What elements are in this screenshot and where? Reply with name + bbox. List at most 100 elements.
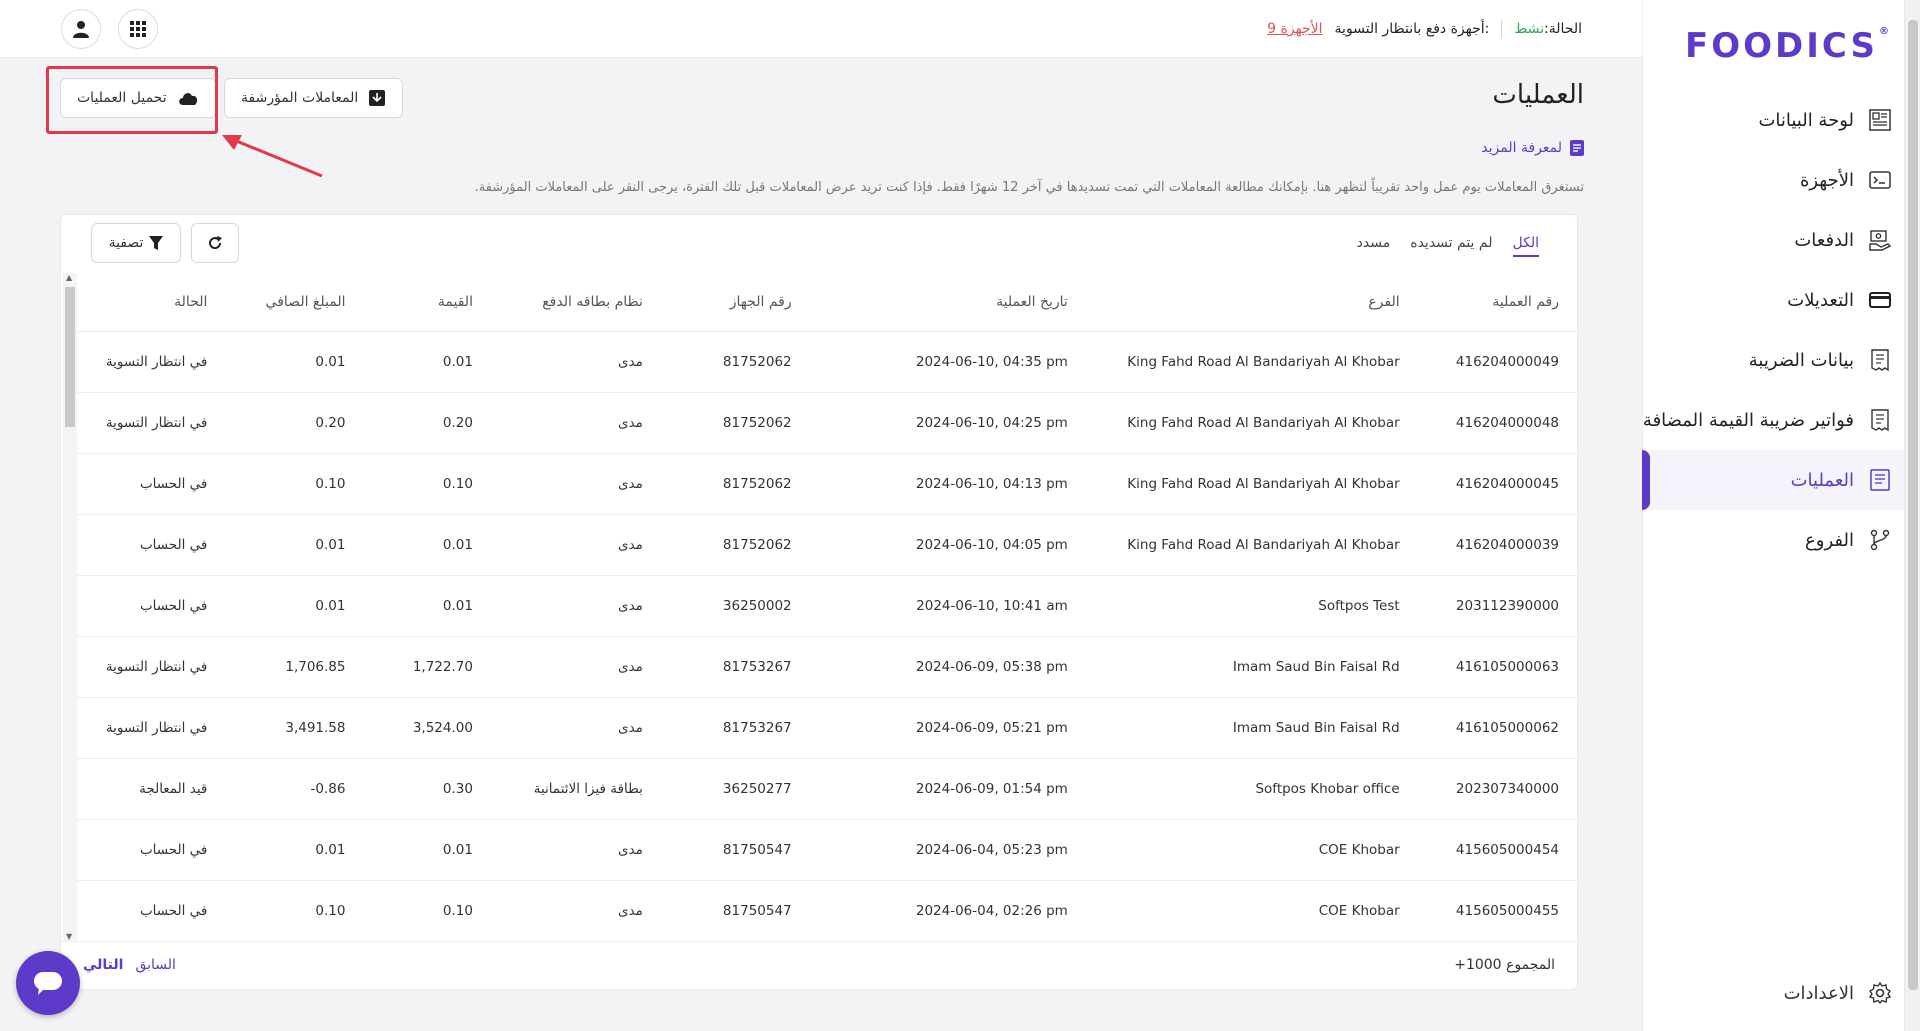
table-cell: في انتظار التسوية	[77, 697, 228, 759]
annotation-highlight-box	[46, 66, 218, 134]
learn-more-label: لمعرفة المزيد	[1481, 140, 1562, 156]
pending-devices-link[interactable]: 9 الأجهزة	[1267, 21, 1322, 37]
transactions-icon	[1870, 469, 1890, 491]
scroll-up-icon[interactable]: ▲	[66, 273, 72, 282]
table-cell: 202307340000	[1419, 758, 1577, 820]
table-cell: King Fahd Road Al Bandariyah Al Khobar	[1087, 331, 1420, 393]
next-page-link[interactable]: التالي	[83, 957, 123, 973]
table-cell: 0.01	[365, 514, 493, 576]
table-cell: 415605000455	[1419, 880, 1577, 942]
table-cell: 0.20	[227, 392, 366, 454]
sidebar-item-settings[interactable]: الاعدادات	[1642, 973, 1920, 1013]
sidebar-item-label: بيانات الضريبة	[1748, 349, 1854, 371]
table-row[interactable]: 203112390000 Softpos Test 2024-06-10, 10:4…	[77, 575, 1577, 637]
table-cell: 0.30	[365, 758, 493, 820]
sidebar-item-adjustments[interactable]: التعديلات	[1642, 270, 1920, 330]
table-cell: Imam Saud Bin Faisal Rd	[1087, 636, 1420, 698]
table-row[interactable]: 416105000063 Imam Saud Bin Faisal Rd 2024-…	[77, 636, 1577, 698]
sidebar-item-label: الاعدادات	[1783, 982, 1854, 1004]
foodics-logo[interactable]: FOODICS®	[1685, 26, 1892, 66]
filter-icon	[149, 236, 164, 250]
chat-icon	[34, 972, 62, 995]
sidebar-item-transactions[interactable]: العمليات	[1642, 450, 1920, 510]
table-row[interactable]: 416204000048 King Fahd Road Al Bandariyah…	[77, 392, 1577, 454]
table-cell: 2024-06-10, 04:35 pm	[811, 331, 1088, 393]
table-cell: 2024-06-10, 04:13 pm	[811, 453, 1088, 515]
column-header: المبلغ الصافي	[227, 273, 366, 332]
user-profile-button[interactable]	[61, 9, 101, 49]
sidebar-item-payouts[interactable]: الدفعات	[1642, 210, 1920, 270]
table-cell: في انتظار التسوية	[77, 331, 228, 393]
table-row[interactable]: 202307340000 Softpos Khobar office 2024-06…	[77, 758, 1577, 820]
column-header: رقم العملية	[1419, 273, 1577, 332]
sidebar-nav: لوحة البيانات الأجهزة الدفعات التعديلات …	[1642, 90, 1920, 570]
table-cell: مدى	[492, 819, 663, 881]
refresh-button[interactable]	[191, 223, 239, 263]
table-cell: King Fahd Road Al Bandariyah Al Khobar	[1087, 392, 1420, 454]
table-cell: بطاقة فيزا الائتمانية	[492, 758, 663, 820]
sidebar-item-branches[interactable]: الفروع	[1642, 510, 1920, 570]
filter-label: تصفية	[108, 235, 144, 251]
table-row[interactable]: 415605000454 COE Khobar 2024-06-04, 05:23 …	[77, 819, 1577, 881]
table-cell: 2024-06-10, 10:41 am	[811, 575, 1088, 637]
page-scrollbar[interactable]	[1904, 0, 1920, 1031]
filter-button[interactable]: تصفية	[91, 223, 181, 263]
status-text: الحالة:نشط	[1514, 21, 1582, 37]
table-row[interactable]: 415605000455 COE Khobar 2024-06-04, 02:26 …	[77, 880, 1577, 942]
table-cell: في انتظار التسوية	[77, 636, 228, 698]
table-cell: 0.01	[365, 819, 493, 881]
table-cell: مدى	[492, 453, 663, 515]
table-cell: 2024-06-10, 04:25 pm	[811, 392, 1088, 454]
total-count: المجموع 1000+	[1454, 957, 1555, 973]
prev-page-link[interactable]: السابق	[135, 957, 175, 973]
table-cell: 0.01	[227, 514, 366, 576]
table-row[interactable]: 416204000045 King Fahd Road Al Bandariyah…	[77, 453, 1577, 515]
table-row[interactable]: 416105000062 Imam Saud Bin Faisal Rd 2024-…	[77, 697, 1577, 759]
table-cell: 0.10	[365, 880, 493, 942]
tab-unsettled[interactable]: لم يتم تسديده	[1410, 235, 1492, 257]
table-cell: 416204000045	[1419, 453, 1577, 515]
tab-all[interactable]: الكل	[1512, 235, 1539, 257]
sidebar-item-label: لوحة البيانات	[1758, 109, 1854, 131]
table-cell: قيد المعالجة	[77, 758, 228, 820]
sidebar-item-label: فواتير ضريبة القيمة المضافة	[1642, 409, 1854, 431]
table-cell: مدى	[492, 880, 663, 942]
table-cell: 81750547	[662, 819, 812, 881]
table-cell: 2024-06-09, 05:21 pm	[811, 697, 1088, 759]
table-cell: 0.01	[227, 331, 366, 393]
sidebar-item-tax-data[interactable]: بيانات الضريبة	[1642, 330, 1920, 390]
sidebar-item-dashboard[interactable]: لوحة البيانات	[1642, 90, 1920, 150]
pagination: التالي السابق	[83, 957, 176, 973]
support-chat-button[interactable]	[16, 951, 80, 1015]
archived-transactions-button[interactable]: المعاملات المؤرشفة	[224, 78, 404, 118]
table-cell: 2024-06-10, 04:05 pm	[811, 514, 1088, 576]
sidebar-item-label: الأجهزة	[1799, 169, 1854, 191]
sidebar-item-devices[interactable]: الأجهزة	[1642, 150, 1920, 210]
dashboard-icon	[1869, 109, 1891, 131]
table-cell: 0.20	[365, 392, 493, 454]
payments-icon	[1869, 230, 1892, 251]
table-cell: مدى	[492, 697, 663, 759]
table-cell: 0.01	[365, 575, 493, 637]
tab-settled[interactable]: مسدد	[1357, 235, 1391, 257]
column-header: رقم الجهاز	[662, 273, 812, 332]
table-cell: 0.10	[365, 453, 493, 515]
scroll-down-icon[interactable]: ▼	[66, 932, 72, 941]
main-content: العمليات لمعرفة المزيد تستغرق المعاملات …	[0, 58, 1642, 1031]
table-cell: 81750547	[662, 880, 812, 942]
table-cell: في الحساب	[77, 514, 228, 576]
table-scrollbar[interactable]: ▲ ▼	[63, 273, 77, 941]
learn-more-link[interactable]: لمعرفة المزيد	[1481, 140, 1584, 156]
table-row[interactable]: 416204000049 King Fahd Road Al Bandariyah…	[77, 331, 1577, 393]
terminal-icon	[1869, 171, 1891, 189]
table-scrollbar-thumb[interactable]	[65, 287, 75, 427]
table-cell: 416204000048	[1419, 392, 1577, 454]
status-value: نشط	[1514, 21, 1545, 37]
apps-grid-button[interactable]	[118, 9, 158, 49]
table-row[interactable]: 416204000039 King Fahd Road Al Bandariyah…	[77, 514, 1577, 576]
table-cell: 203112390000	[1419, 575, 1577, 637]
scrollbar-thumb[interactable]	[1908, 20, 1918, 990]
branches-icon	[1870, 529, 1890, 551]
sidebar-item-vat-invoices[interactable]: فواتير ضريبة القيمة المضافة	[1642, 390, 1920, 450]
table-cell: Softpos Khobar office	[1087, 758, 1420, 820]
